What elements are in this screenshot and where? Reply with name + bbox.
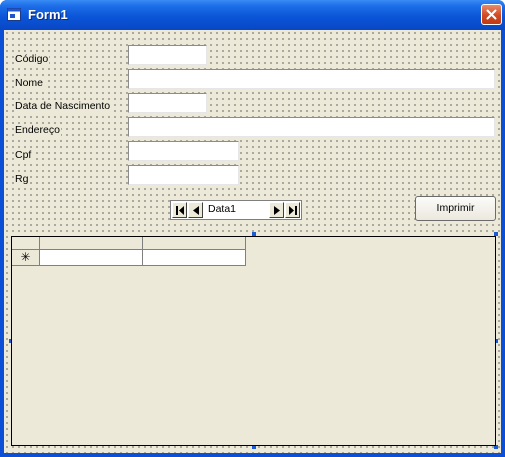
move-previous-button[interactable] <box>188 202 203 218</box>
label-nome: Nome <box>14 77 45 89</box>
rg-field[interactable] <box>128 165 239 185</box>
data-control-caption: Data1 <box>208 203 237 215</box>
grid-corner-header <box>12 237 40 250</box>
nome-field[interactable] <box>128 69 495 89</box>
close-icon <box>486 9 497 20</box>
label-data-nascimento: Data de Nascimento <box>14 100 112 112</box>
grid-cell[interactable] <box>143 250 246 266</box>
print-button[interactable]: Imprimir <box>415 196 496 221</box>
form-icon <box>7 8 21 21</box>
cpf-field[interactable] <box>128 141 239 161</box>
label-codigo: Código <box>14 53 50 65</box>
data-grid[interactable]: ✳ <box>11 236 496 446</box>
move-first-icon <box>176 206 184 215</box>
form-client-area: Código Nome Data de Nascimento Endereço … <box>4 30 501 453</box>
data-control: Data1 <box>170 200 302 220</box>
label-rg: Rg <box>14 173 30 185</box>
grid-column-header[interactable] <box>143 237 246 250</box>
move-last-icon <box>289 206 297 215</box>
endereco-field[interactable] <box>128 117 495 137</box>
form-window: Form1 Código Nome Data de Nascimento End… <box>0 0 505 457</box>
codigo-field[interactable] <box>128 45 207 65</box>
title-bar[interactable]: Form1 <box>0 0 505 30</box>
close-button[interactable] <box>481 4 502 25</box>
data-nascimento-field[interactable] <box>128 93 207 113</box>
move-next-icon <box>274 206 280 215</box>
move-next-button[interactable] <box>269 202 284 218</box>
label-endereco: Endereço <box>14 124 61 136</box>
move-last-button[interactable] <box>285 202 300 218</box>
grid-new-row-marker: ✳ <box>12 250 40 266</box>
move-first-button[interactable] <box>172 202 187 218</box>
window-title: Form1 <box>28 7 68 22</box>
grid-cell[interactable] <box>40 250 143 266</box>
grid-column-header[interactable] <box>40 237 143 250</box>
move-previous-icon <box>193 206 199 215</box>
label-cpf: Cpf <box>14 149 33 161</box>
